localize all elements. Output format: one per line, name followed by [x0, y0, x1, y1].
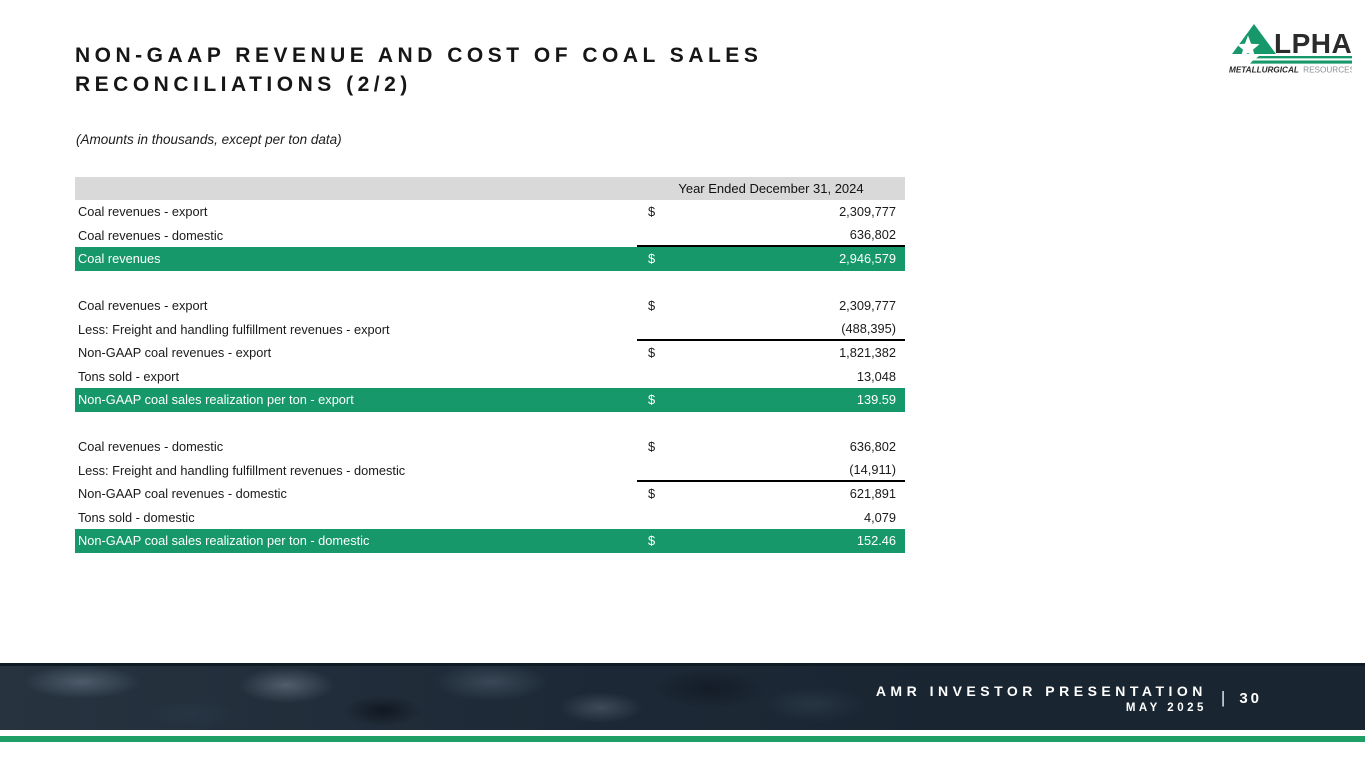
dollar-sign: $: [648, 392, 655, 407]
table-total-row: Non-GAAP coal sales realization per ton …: [75, 529, 905, 553]
dollar-sign: $: [648, 486, 655, 501]
row-amount-cell: $2,946,579: [637, 247, 905, 271]
table-spacer-row: [75, 271, 905, 295]
dollar-sign: $: [648, 345, 655, 360]
table-row: Less: Freight and handling fulfillment r…: [75, 318, 905, 342]
row-amount-cell: (488,395): [637, 318, 905, 342]
table-row: Tons sold - domestic 4,079: [75, 506, 905, 530]
table-row: Coal revenues - domestic 636,802: [75, 224, 905, 248]
table-row: Non-GAAP coal revenues - domestic$621,89…: [75, 482, 905, 506]
footer-divider: |: [1221, 688, 1225, 708]
row-value: 4,079: [864, 510, 896, 525]
bottom-accent-bar: [0, 736, 1365, 742]
reconciliation-table-body: Coal revenues - export$2,309,777Coal rev…: [75, 200, 905, 553]
row-value: 636,802: [850, 439, 896, 454]
row-label: Coal revenues - domestic: [75, 224, 637, 248]
row-amount-cell: $636,802: [637, 435, 905, 459]
table-header-row: Year Ended December 31, 2024: [75, 177, 905, 200]
row-value: (14,911): [849, 462, 896, 477]
logo-tagline-bold: METALLURGICAL: [1229, 66, 1299, 75]
footer-presentation-title: AMR INVESTOR PRESENTATION: [876, 683, 1207, 699]
row-value: 1,821,382: [839, 345, 896, 360]
units-note: (Amounts in thousands, except per ton da…: [76, 132, 342, 147]
footer-band: AMR INVESTOR PRESENTATION MAY 2025 | 30: [0, 663, 1365, 730]
row-value: 2,309,777: [839, 298, 896, 313]
table-row: Less: Freight and handling fulfillment r…: [75, 459, 905, 483]
table-row: Coal revenues - export$2,309,777: [75, 200, 905, 224]
dollar-sign: $: [648, 251, 655, 266]
row-label: Tons sold - domestic: [75, 506, 637, 530]
row-value: 152.46: [857, 533, 896, 548]
dollar-sign: $: [648, 204, 655, 219]
footer-date: MAY 2025: [876, 702, 1207, 714]
page-title-line2: RECONCILIATIONS (2/2): [75, 71, 975, 100]
table-total-row: Non-GAAP coal sales realization per ton …: [75, 388, 905, 412]
logo-stripe-bottom-icon: [1250, 61, 1352, 64]
row-value: 636,802: [850, 227, 896, 242]
row-amount-cell: $152.46: [637, 529, 905, 553]
page-title-line1: NON-GAAP REVENUE AND COST OF COAL SALES: [75, 42, 975, 71]
row-value: 621,891: [850, 486, 896, 501]
row-value: 2,309,777: [839, 204, 896, 219]
alpha-metallurgical-logo: LPHA METALLURGICAL RESOURCES: [1228, 20, 1352, 76]
row-label: Non-GAAP coal sales realization per ton …: [75, 529, 637, 553]
logo-triangle-icon: [1232, 24, 1276, 54]
footer-text-block: AMR INVESTOR PRESENTATION MAY 2025 | 30: [876, 666, 1262, 730]
row-label: Tons sold - export: [75, 365, 637, 389]
table-total-row: Coal revenues$2,946,579: [75, 247, 905, 271]
row-amount-cell: (14,911): [637, 459, 905, 483]
row-value: 139.59: [857, 392, 896, 407]
page-title: NON-GAAP REVENUE AND COST OF COAL SALES …: [75, 42, 975, 99]
dollar-sign: $: [648, 439, 655, 454]
table-row: Coal revenues - export$2,309,777: [75, 294, 905, 318]
dollar-sign: $: [648, 298, 655, 313]
row-amount-cell: 13,048: [637, 365, 905, 389]
row-value: (488,395): [841, 321, 896, 336]
row-amount-cell: $139.59: [637, 388, 905, 412]
logo-tagline-light: RESOURCES: [1303, 66, 1352, 75]
row-label: Non-GAAP coal sales realization per ton …: [75, 388, 637, 412]
row-value: 2,946,579: [839, 251, 896, 266]
page-number: 30: [1239, 690, 1262, 707]
footer-lines: AMR INVESTOR PRESENTATION MAY 2025: [876, 683, 1207, 714]
table-spacer-row: [75, 412, 905, 436]
row-amount-cell: $2,309,777: [637, 200, 905, 224]
svg-text:METALLURGICAL RESOURCES: METALLURGICAL RESOURCES: [1229, 66, 1352, 75]
row-label: Non-GAAP coal revenues - export: [75, 341, 637, 365]
row-amount-cell: $621,891: [637, 482, 905, 506]
row-label: Coal revenues - export: [75, 200, 637, 224]
logo-stripe-top-icon: [1256, 56, 1352, 58]
row-label: Less: Freight and handling fulfillment r…: [75, 318, 637, 342]
row-label: Coal revenues - domestic: [75, 435, 637, 459]
row-label: Less: Freight and handling fulfillment r…: [75, 459, 637, 483]
slide: NON-GAAP REVENUE AND COST OF COAL SALES …: [0, 0, 1365, 768]
row-label: Coal revenues - export: [75, 294, 637, 318]
table-row: Non-GAAP coal revenues - export$1,821,38…: [75, 341, 905, 365]
reconciliation-table: Year Ended December 31, 2024 Coal revenu…: [75, 177, 905, 553]
row-amount-cell: 4,079: [637, 506, 905, 530]
dollar-sign: $: [648, 533, 655, 548]
row-amount-cell: $1,821,382: [637, 341, 905, 365]
row-label: Coal revenues: [75, 247, 637, 271]
row-amount-cell: $2,309,777: [637, 294, 905, 318]
row-amount-cell: 636,802: [637, 224, 905, 248]
logo-wordmark: LPHA: [1274, 28, 1352, 59]
row-value: 13,048: [857, 369, 896, 384]
table-row: Tons sold - export 13,048: [75, 365, 905, 389]
table-row: Coal revenues - domestic$636,802: [75, 435, 905, 459]
table-header-period: Year Ended December 31, 2024: [637, 181, 905, 196]
row-label: Non-GAAP coal revenues - domestic: [75, 482, 637, 506]
